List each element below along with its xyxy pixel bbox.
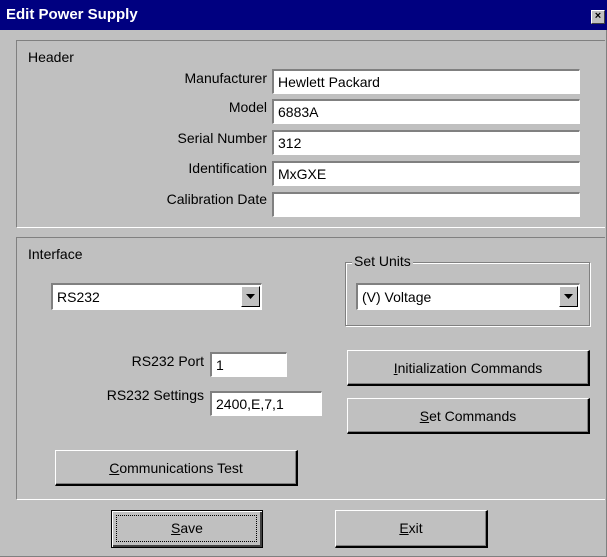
- set-units-select[interactable]: (V) Voltage: [356, 283, 580, 310]
- interface-type-value: RS232: [57, 289, 100, 305]
- serial-number-label: Serial Number: [177, 130, 267, 146]
- set-commands-button[interactable]: Set Commands: [347, 398, 590, 434]
- set-commands-label: Set Commands: [419, 408, 517, 424]
- identification-field[interactable]: MxGXE: [272, 161, 580, 186]
- header-panel: Header Manufacturer Hewlett Packard Mode…: [16, 40, 605, 228]
- chevron-down-icon: [246, 294, 255, 299]
- calibration-date-label: Calibration Date: [166, 191, 267, 207]
- chevron-down-icon: [564, 294, 573, 299]
- exit-label: Exit: [399, 520, 423, 536]
- close-button[interactable]: ×: [591, 10, 605, 24]
- interface-type-select[interactable]: RS232: [51, 283, 262, 310]
- manufacturer-label: Manufacturer: [184, 70, 267, 86]
- window-title: Edit Power Supply: [6, 6, 138, 23]
- interface-panel-label: Interface: [28, 246, 83, 262]
- set-units-label: Set Units: [352, 253, 413, 269]
- model-field[interactable]: 6883A: [272, 99, 580, 124]
- rs232-port-label: RS232 Port: [131, 353, 204, 369]
- manufacturer-field[interactable]: Hewlett Packard: [272, 69, 580, 94]
- interface-panel: Interface RS232 Set Units (V) Voltage RS…: [16, 237, 605, 500]
- rs232-settings-field[interactable]: 2400,E,7,1: [210, 391, 322, 416]
- rs232-settings-label: RS232 Settings: [106, 387, 204, 403]
- communications-test-button[interactable]: Communications Test: [55, 450, 298, 486]
- initialization-commands-label: Initialization Commands: [393, 360, 543, 376]
- header-panel-label: Header: [28, 49, 74, 65]
- interface-type-dropdown-button[interactable]: [241, 286, 260, 307]
- initialization-commands-button[interactable]: Initialization Commands: [347, 350, 590, 386]
- set-units-group: Set Units (V) Voltage: [345, 253, 590, 326]
- rs232-port-field[interactable]: 1: [210, 352, 287, 377]
- exit-button[interactable]: Exit: [335, 510, 488, 548]
- identification-label: Identification: [188, 160, 267, 176]
- title-bar[interactable]: Edit Power Supply ×: [0, 0, 607, 30]
- set-units-dropdown-button[interactable]: [559, 286, 578, 307]
- serial-number-field[interactable]: 312: [272, 130, 580, 155]
- save-label: Save: [171, 520, 203, 536]
- model-label: Model: [228, 99, 267, 115]
- calibration-date-field[interactable]: [272, 192, 580, 217]
- edit-power-supply-dialog: Edit Power Supply × Header Manufacturer …: [0, 0, 607, 557]
- set-units-value: (V) Voltage: [362, 289, 432, 305]
- close-icon: ×: [594, 10, 602, 22]
- save-button[interactable]: Save: [111, 510, 263, 548]
- communications-test-label: Communications Test: [109, 460, 243, 476]
